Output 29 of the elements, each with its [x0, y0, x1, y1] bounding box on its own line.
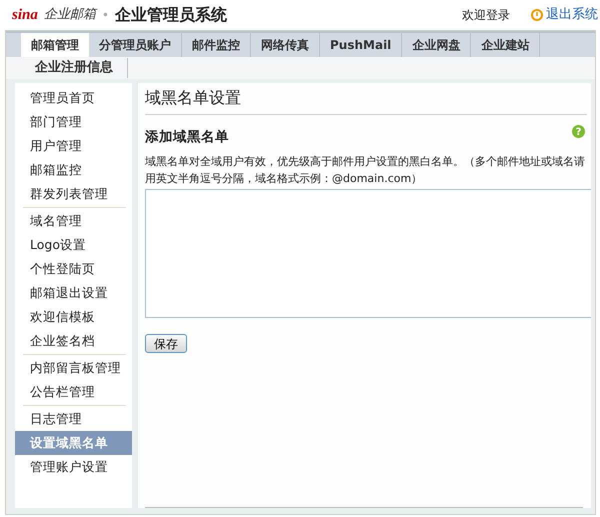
sidebar-item[interactable]: 管理员首页: [15, 86, 132, 110]
info-icon: [531, 9, 543, 21]
sidebar-item[interactable]: 个性登陆页: [15, 257, 132, 281]
separator-dot: •: [102, 7, 109, 24]
sidebar-item[interactable]: 管理账户设置: [15, 455, 132, 479]
sidebar-item[interactable]: 邮箱监控: [15, 158, 132, 182]
product-name: 企业邮箱: [44, 6, 96, 24]
sidebar-item[interactable]: Logo设置: [15, 233, 132, 257]
description-text: 域黑名单对全域用户有效，优先级高于邮件用户设置的黑白名单。（多个邮件地址或域名请用英文半角逗号分隔，域名格式示例：@domain.com）: [145, 154, 586, 188]
nav-tab[interactable]: 邮箱管理: [21, 33, 89, 57]
logo-text: sina: [12, 6, 38, 25]
sidebar-item[interactable]: 欢迎信模板: [15, 305, 132, 329]
blacklist-field[interactable]: [145, 189, 591, 318]
page-title: 域黑名单设置: [145, 85, 587, 115]
sidebar-item[interactable]: 域名管理: [15, 209, 132, 233]
section-heading: 添加域黑名单: [145, 128, 229, 147]
sub-tab[interactable]: 企业注册信息: [21, 58, 128, 78]
welcome-text: 欢迎登录: [462, 7, 510, 24]
sidebar-item[interactable]: 企业签名档: [15, 329, 132, 353]
logout-link[interactable]: 退出系统: [546, 5, 598, 25]
sidebar-item[interactable]: 群发列表管理: [15, 182, 132, 206]
sidebar-item[interactable]: 公告栏管理: [15, 380, 132, 404]
sidebar-item[interactable]: 部门管理: [15, 110, 132, 134]
sidebar-item[interactable]: 邮箱退出设置: [15, 281, 132, 305]
sidebar-item[interactable]: 用户管理: [15, 134, 132, 158]
save-button[interactable]: 保存: [145, 334, 187, 354]
sidebar-item[interactable]: 日志管理: [15, 407, 132, 431]
app-title: 企业管理员系统: [114, 4, 227, 26]
sidebar-item[interactable]: 内部留言板管理: [15, 356, 132, 380]
